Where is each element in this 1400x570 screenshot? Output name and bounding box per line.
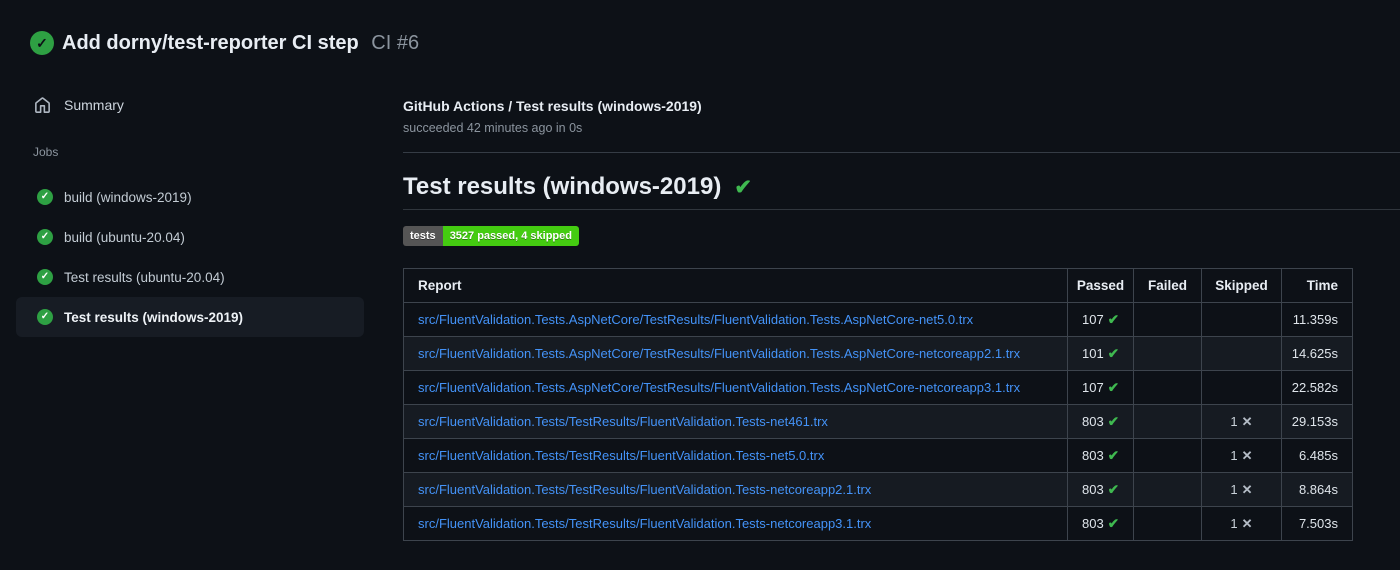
job-label: Test results (windows-2019) (64, 309, 244, 325)
check-circle-icon: ✓ (37, 309, 53, 325)
check-icon: ✔ (1107, 515, 1119, 531)
passed-count: 803 (1081, 413, 1104, 429)
check-icon: ✔ (1107, 413, 1119, 429)
summary-label: Summary (64, 97, 124, 113)
main-content: GitHub Actions / Test results (windows-2… (403, 75, 1400, 541)
check-icon: ✔ (1107, 311, 1119, 327)
table-header-row: Report Passed Failed Skipped Time (403, 268, 1353, 303)
cross-icon: ✕ (1241, 447, 1253, 463)
test-results-table: Report Passed Failed Skipped Time src/Fl… (403, 268, 1353, 541)
sidebar-item-summary[interactable]: Summary (0, 91, 380, 119)
run-title: Add dorny/test-reporter CI step (62, 32, 359, 54)
check-circle-icon: ✓ (37, 229, 53, 245)
col-header-skipped: Skipped (1201, 268, 1282, 303)
check-icon: ✔ (1107, 481, 1119, 497)
time-value: 14.625s (1281, 336, 1353, 371)
job-label: build (ubuntu-20.04) (64, 229, 185, 245)
sidebar: Summary Jobs ✓ build (windows-2019) ✓ bu… (0, 75, 380, 337)
check-circle-icon: ✓ (37, 269, 53, 285)
report-link[interactable]: src/FluentValidation.Tests.AspNetCore/Te… (418, 312, 1059, 327)
job-label: build (windows-2019) (64, 189, 192, 205)
section-title-row: Test results (windows-2019) ✔ (403, 173, 1400, 210)
table-row: src/FluentValidation.Tests.AspNetCore/Te… (403, 336, 1353, 371)
skipped-count: 1 (1230, 447, 1238, 463)
report-link[interactable]: src/FluentValidation.Tests.AspNetCore/Te… (418, 346, 1059, 361)
skipped-count: 1 (1230, 413, 1238, 429)
time-value: 22.582s (1281, 370, 1353, 405)
table-row: src/FluentValidation.Tests.AspNetCore/Te… (403, 370, 1353, 405)
check-run-status: succeeded 42 minutes ago in 0s (403, 121, 583, 135)
time-value: 6.485s (1281, 438, 1353, 473)
skipped-count: 1 (1230, 481, 1238, 497)
home-icon (34, 96, 51, 114)
col-header-report: Report (403, 268, 1068, 303)
sidebar-item-testresults-ubuntu[interactable]: ✓ Test results (ubuntu-20.04) (16, 257, 364, 297)
cross-icon: ✕ (1241, 481, 1253, 497)
failed-count (1133, 506, 1202, 541)
col-header-failed: Failed (1133, 268, 1202, 303)
check-run-title: GitHub Actions / Test results (windows-2… (403, 98, 702, 114)
report-link[interactable]: src/FluentValidation.Tests/TestResults/F… (418, 448, 1059, 463)
tests-badge: tests 3527 passed, 4 skipped (403, 226, 579, 246)
check-icon: ✔ (1107, 447, 1119, 463)
check-circle-icon: ✓ (37, 189, 53, 205)
failed-count (1133, 336, 1202, 371)
passed-count: 107 (1081, 311, 1104, 327)
failed-count (1133, 302, 1202, 337)
sidebar-item-testresults-windows[interactable]: ✓ Test results (windows-2019) (16, 297, 364, 337)
table-row: src/FluentValidation.Tests/TestResults/F… (403, 404, 1353, 439)
job-list: ✓ build (windows-2019) ✓ build (ubuntu-2… (0, 177, 380, 337)
passed-count: 803 (1081, 481, 1104, 497)
table-row: src/FluentValidation.Tests.AspNetCore/Te… (403, 302, 1353, 337)
check-icon: ✔ (1107, 345, 1119, 361)
jobs-section-label: Jobs (33, 145, 59, 159)
divider (403, 152, 1400, 153)
time-value: 29.153s (1281, 404, 1353, 439)
sidebar-item-build-ubuntu[interactable]: ✓ build (ubuntu-20.04) (16, 217, 364, 257)
check-icon: ✔ (1107, 379, 1119, 395)
failed-count (1133, 370, 1202, 405)
report-link[interactable]: src/FluentValidation.Tests/TestResults/F… (418, 516, 1059, 531)
report-link[interactable]: src/FluentValidation.Tests/TestResults/F… (418, 482, 1059, 497)
check-circle-icon: ✓ (30, 31, 54, 55)
time-value: 11.359s (1281, 302, 1353, 337)
section-title: Test results (windows-2019) (403, 173, 722, 200)
run-number: CI #6 (371, 32, 420, 54)
badge-value: 3527 passed, 4 skipped (442, 226, 579, 246)
time-value: 7.503s (1281, 506, 1353, 541)
col-header-passed: Passed (1067, 268, 1134, 303)
failed-count (1133, 438, 1202, 473)
report-link[interactable]: src/FluentValidation.Tests.AspNetCore/Te… (418, 380, 1059, 395)
run-header: ✓ Add dorny/test-reporter CI step CI #6 (0, 0, 1400, 75)
table-row: src/FluentValidation.Tests/TestResults/F… (403, 472, 1353, 507)
passed-count: 107 (1081, 379, 1104, 395)
report-link[interactable]: src/FluentValidation.Tests/TestResults/F… (418, 414, 1059, 429)
check-icon: ✔ (734, 175, 752, 199)
failed-count (1133, 404, 1202, 439)
badge-label: tests (403, 226, 443, 246)
time-value: 8.864s (1281, 472, 1353, 507)
job-label: Test results (ubuntu-20.04) (64, 269, 225, 285)
passed-count: 803 (1081, 515, 1104, 531)
cross-icon: ✕ (1241, 515, 1253, 531)
failed-count (1133, 472, 1202, 507)
cross-icon: ✕ (1241, 413, 1253, 429)
passed-count: 101 (1081, 345, 1104, 361)
col-header-time: Time (1281, 268, 1353, 303)
sidebar-item-build-windows[interactable]: ✓ build (windows-2019) (16, 177, 364, 217)
passed-count: 803 (1081, 447, 1104, 463)
table-row: src/FluentValidation.Tests/TestResults/F… (403, 506, 1353, 541)
table-row: src/FluentValidation.Tests/TestResults/F… (403, 438, 1353, 473)
skipped-count: 1 (1230, 515, 1238, 531)
run-title-row: Add dorny/test-reporter CI step CI #6 (62, 32, 419, 55)
